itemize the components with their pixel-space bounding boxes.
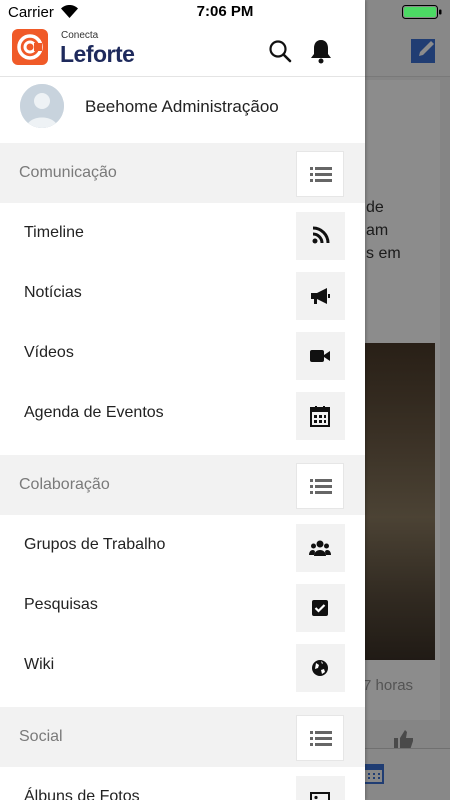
menu-item-label: Agenda de Eventos (24, 404, 164, 421)
section-label: Social (19, 728, 63, 745)
users-icon[interactable] (296, 524, 345, 572)
profile-name: Beehome Administraçãoo (85, 97, 279, 116)
logo-title: Leforte (60, 41, 135, 67)
menu-item-agenda-de-eventos[interactable]: Agenda de Eventos (0, 383, 365, 443)
menu-item-timeline[interactable]: Timeline (0, 203, 365, 263)
image-icon[interactable] (296, 776, 345, 800)
menu-item-pesquisas[interactable]: Pesquisas (0, 575, 365, 635)
menu-item-label: Grupos de Trabalho (24, 536, 166, 553)
menu-item-albuns-de-fotos[interactable]: Álbuns de Fotos (0, 767, 365, 800)
app-logo-icon (12, 29, 48, 65)
section-label: Comunicação (19, 164, 117, 181)
menu-item-label: Pesquisas (24, 596, 98, 613)
user-profile[interactable]: Beehome Administraçãoo (0, 77, 365, 141)
menu-item-noticias[interactable]: Notícias (0, 263, 365, 323)
list-icon[interactable] (296, 151, 344, 197)
bell-icon[interactable] (309, 38, 333, 64)
calendar-icon[interactable] (296, 392, 345, 440)
logo-subtitle: Conecta (61, 30, 99, 41)
drawer-header: Conecta Leforte (0, 24, 365, 77)
navigation-drawer: Conecta Leforte Beehome Administraçãoo C… (0, 0, 365, 800)
section-social: Social (0, 707, 365, 767)
menu-item-grupos-de-trabalho[interactable]: Grupos de Trabalho (0, 515, 365, 575)
section-label: Colaboração (19, 476, 110, 493)
menu-item-label: Álbuns de Fotos (24, 788, 140, 800)
menu-item-videos[interactable]: Vídeos (0, 323, 365, 383)
search-icon[interactable] (268, 39, 292, 63)
megaphone-icon[interactable] (296, 272, 345, 320)
video-camera-icon[interactable] (296, 332, 345, 380)
list-icon[interactable] (296, 463, 344, 509)
battery-icon (402, 5, 442, 19)
menu-item-label: Wiki (24, 656, 55, 673)
rss-icon[interactable] (296, 212, 345, 260)
menu-item-label: Vídeos (24, 344, 74, 361)
section-colaboracao: Colaboração (0, 455, 365, 515)
menu-item-label: Timeline (24, 224, 84, 241)
list-icon[interactable] (296, 715, 344, 761)
clock: 7:06 PM (196, 3, 254, 20)
menu-item-wiki[interactable]: Wiki (0, 635, 365, 695)
status-bar: Carrier 7:06 PM (0, 0, 450, 24)
avatar (20, 84, 64, 128)
checkbox-icon[interactable] (296, 584, 345, 632)
menu-item-label: Notícias (24, 284, 82, 301)
globe-icon[interactable] (296, 644, 345, 692)
section-comunicacao: Comunicação (0, 143, 365, 203)
